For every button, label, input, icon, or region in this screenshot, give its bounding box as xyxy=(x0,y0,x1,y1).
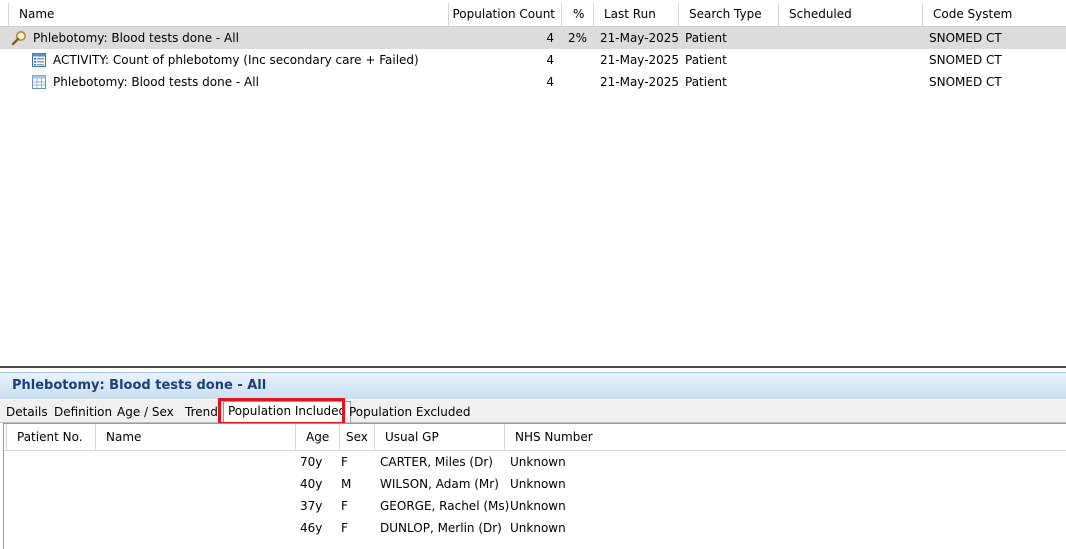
column-header-sex[interactable]: Sex xyxy=(339,424,374,450)
patient-row-sex: F xyxy=(341,521,348,535)
detail-panel-header: Phlebotomy: Blood tests done - All xyxy=(0,372,1066,399)
search-row-search-type: Patient xyxy=(685,75,727,89)
search-row-population-count: 4 xyxy=(546,75,554,89)
search-row-search-type: Patient xyxy=(685,53,727,67)
search-row-name: Phlebotomy: Blood tests done - All xyxy=(33,31,239,45)
search-row-last-run: 21-May-2025 xyxy=(600,75,680,89)
search-row-percent xyxy=(561,71,587,93)
search-row-last-run: 21-May-2025 xyxy=(600,31,680,45)
column-header-age[interactable]: Age xyxy=(295,424,339,450)
table-grid-icon xyxy=(31,74,47,90)
search-row-name: ACTIVITY: Count of phlebotomy (Inc secon… xyxy=(53,53,419,67)
tab-details[interactable]: Details xyxy=(6,403,48,422)
detail-tabs: Details Definition Age / Sex Trend Popul… xyxy=(0,400,1066,423)
tab-definition[interactable]: Definition xyxy=(54,403,112,422)
report-list-icon xyxy=(31,52,47,68)
patient-row-usual-gp: DUNLOP, Merlin (Dr) xyxy=(380,521,502,535)
search-row[interactable]: Phlebotomy: Blood tests done - All 4 2% … xyxy=(0,27,1066,49)
search-row-percent xyxy=(561,49,587,71)
patient-row[interactable]: 46y F DUNLOP, Merlin (Dr) Unknown xyxy=(4,517,1066,539)
search-row[interactable]: ACTIVITY: Count of phlebotomy (Inc secon… xyxy=(0,49,1066,71)
search-row-population-count: 4 xyxy=(546,31,554,45)
search-row-code-system: SNOMED CT xyxy=(929,31,1002,45)
column-header-last-run[interactable]: Last Run xyxy=(593,3,678,26)
patient-row-age: 37y xyxy=(300,499,323,513)
patient-row-usual-gp: GEORGE, Rachel (Ms) xyxy=(380,499,510,513)
tab-population-excluded[interactable]: Population Excluded xyxy=(349,403,471,422)
search-magnifier-icon xyxy=(11,30,27,46)
searches-grid: Name Population Count % Last Run Search … xyxy=(0,0,1066,366)
detail-panel-title: Phlebotomy: Blood tests done - All xyxy=(12,378,267,393)
patient-row-sex: M xyxy=(341,477,352,491)
active-tab-highlight xyxy=(218,398,345,425)
search-row-code-system: SNOMED CT xyxy=(929,53,1002,67)
column-header-usual-gp[interactable]: Usual GP xyxy=(374,424,504,450)
searches-grid-header: Name Population Count % Last Run Search … xyxy=(0,3,1066,27)
patient-row-usual-gp: WILSON, Adam (Mr) xyxy=(380,477,499,491)
column-header-search-type[interactable]: Search Type xyxy=(678,3,778,26)
patient-row-sex: F xyxy=(341,455,348,469)
search-row-last-run: 21-May-2025 xyxy=(600,53,680,67)
column-header-code-system[interactable]: Code System xyxy=(922,3,1066,26)
tab-trend[interactable]: Trend xyxy=(185,403,218,422)
patient-row-nhs-number: Unknown xyxy=(510,521,566,535)
patient-row[interactable]: 37y F GEORGE, Rachel (Ms) Unknown xyxy=(4,495,1066,517)
patient-row-age: 46y xyxy=(300,521,323,535)
population-grid-header: Patient No. Name Age Sex Usual GP NHS Nu… xyxy=(4,424,1066,451)
patient-row-sex: F xyxy=(341,499,348,513)
patient-row-nhs-number: Unknown xyxy=(510,455,566,469)
column-header-percent[interactable]: % xyxy=(561,3,593,26)
patient-row-nhs-number: Unknown xyxy=(510,477,566,491)
search-row-code-system: SNOMED CT xyxy=(929,75,1002,89)
search-row-population-count: 4 xyxy=(546,53,554,67)
search-row-name: Phlebotomy: Blood tests done - All xyxy=(53,75,259,89)
search-row[interactable]: Phlebotomy: Blood tests done - All 4 21-… xyxy=(0,71,1066,93)
column-header-name[interactable]: Name xyxy=(8,3,448,26)
panel-splitter[interactable] xyxy=(0,366,1066,368)
patient-row-age: 70y xyxy=(300,455,323,469)
column-header-population-count[interactable]: Population Count xyxy=(448,3,561,26)
column-header-patient-name[interactable]: Name xyxy=(95,424,295,450)
column-header-nhs-number[interactable]: NHS Number xyxy=(504,424,1066,450)
column-header-patient-no[interactable]: Patient No. xyxy=(6,424,95,450)
search-row-percent: 2% xyxy=(567,31,587,45)
patient-row[interactable]: 40y M WILSON, Adam (Mr) Unknown xyxy=(4,473,1066,495)
patient-row-usual-gp: CARTER, Miles (Dr) xyxy=(380,455,493,469)
tab-age-sex[interactable]: Age / Sex xyxy=(117,403,174,422)
search-row-search-type: Patient xyxy=(685,31,727,45)
patient-row[interactable]: 70y F CARTER, Miles (Dr) Unknown xyxy=(4,451,1066,473)
patient-row-age: 40y xyxy=(300,477,323,491)
patient-row-nhs-number: Unknown xyxy=(510,499,566,513)
column-header-scheduled[interactable]: Scheduled xyxy=(778,3,922,26)
population-grid: Patient No. Name Age Sex Usual GP NHS Nu… xyxy=(3,423,1066,549)
